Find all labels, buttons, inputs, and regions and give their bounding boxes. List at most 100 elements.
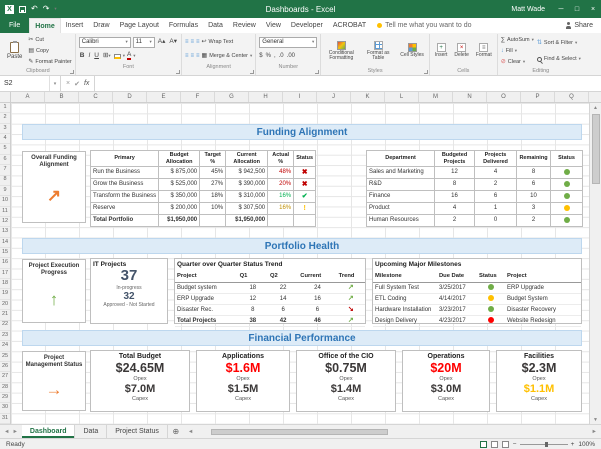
align-right-icon[interactable]: ≡ — [196, 53, 200, 59]
sheet-tab-data[interactable]: Data — [75, 425, 107, 438]
row-header-14[interactable]: 14 — [0, 238, 10, 248]
hscroll-right-icon[interactable]: ► — [592, 429, 597, 435]
italic-button[interactable]: I — [87, 53, 91, 60]
format-as-table-button[interactable]: Format as Table — [361, 35, 395, 67]
sheet-nav-right-icon[interactable]: ► — [12, 429, 17, 435]
maximize-button[interactable]: □ — [569, 0, 585, 18]
column-header-f[interactable]: F — [181, 92, 215, 102]
font-family-select[interactable]: Calibri▾ — [79, 37, 131, 48]
tab-file[interactable]: File — [0, 18, 29, 33]
clear-button[interactable]: ⊘Clear▾ — [501, 59, 534, 65]
font-size-select[interactable]: 11▾ — [133, 37, 155, 48]
row-header-9[interactable]: 9 — [0, 186, 10, 196]
row-header-13[interactable]: 13 — [0, 227, 10, 237]
row-header-11[interactable]: 11 — [0, 207, 10, 217]
sort-filter-button[interactable]: ⇅Sort & Filter▾ — [537, 40, 581, 46]
tab-developer[interactable]: Developer — [286, 18, 328, 33]
cut-button[interactable]: ✂Cut — [28, 37, 71, 43]
row-header-31[interactable]: 31 — [0, 414, 10, 424]
row-header-19[interactable]: 19 — [0, 289, 10, 299]
merge-center-button[interactable]: ▦Merge & Center▾ — [202, 53, 253, 59]
scroll-down-icon[interactable]: ▼ — [593, 415, 598, 424]
row-header-30[interactable]: 30 — [0, 403, 10, 413]
tab-review[interactable]: Review — [228, 18, 261, 33]
save-icon[interactable] — [19, 6, 26, 13]
milestones-table[interactable]: MilestoneDue DateStatusProjectFull Syste… — [373, 271, 581, 327]
align-top-icon[interactable]: ≡ — [185, 39, 189, 45]
wrap-text-button[interactable]: ↩Wrap Text — [202, 39, 234, 45]
undo-icon[interactable]: ↶ — [31, 5, 38, 13]
qat-dropdown-icon[interactable]: ▾ — [54, 6, 56, 12]
hscroll-left-icon[interactable]: ◄ — [188, 429, 193, 435]
column-header-h[interactable]: H — [249, 92, 283, 102]
column-header-e[interactable]: E — [147, 92, 181, 102]
conditional-formatting-button[interactable]: Conditional Formatting — [324, 35, 358, 67]
cell-styles-button[interactable]: Cell Styles — [398, 35, 426, 67]
format-painter-button[interactable]: ✎Format Painter — [28, 59, 71, 65]
delete-cells-button[interactable]: ×Delete — [452, 35, 470, 67]
shrink-font-button[interactable]: A▾ — [168, 39, 178, 46]
tab-home[interactable]: Home — [29, 18, 60, 33]
format-cells-button[interactable]: ≡Format — [474, 35, 494, 67]
row-header-5[interactable]: 5 — [0, 144, 10, 154]
tab-page-layout[interactable]: Page Layout — [115, 18, 164, 33]
new-sheet-button[interactable]: ⊕ — [168, 425, 184, 438]
scroll-up-icon[interactable]: ▲ — [593, 103, 598, 112]
underline-button[interactable]: U — [93, 53, 100, 60]
column-header-i[interactable]: I — [283, 92, 317, 102]
row-header-22[interactable]: 22 — [0, 321, 10, 331]
row-header-26[interactable]: 26 — [0, 362, 10, 372]
copy-button[interactable]: ▤Copy — [28, 48, 71, 54]
paste-button[interactable]: Paste — [4, 35, 25, 67]
tab-data[interactable]: Data — [203, 18, 228, 33]
dialog-launcher-icon[interactable] — [315, 70, 319, 74]
row-header-2[interactable]: 2 — [0, 113, 10, 123]
share-button[interactable]: Share — [558, 18, 601, 33]
dialog-launcher-icon[interactable] — [424, 70, 428, 74]
row-header-28[interactable]: 28 — [0, 383, 10, 393]
tell-me-box[interactable]: Tell me what you want to do — [371, 18, 558, 33]
page-break-view-icon[interactable] — [502, 441, 509, 448]
page-layout-view-icon[interactable] — [491, 441, 498, 448]
row-header-25[interactable]: 25 — [0, 352, 10, 362]
row-header-12[interactable]: 12 — [0, 217, 10, 227]
row-header-16[interactable]: 16 — [0, 258, 10, 268]
column-header-g[interactable]: G — [215, 92, 249, 102]
column-header-o[interactable]: O — [487, 92, 521, 102]
department-table[interactable]: DepartmentBudgeted ProjectsProjects Deli… — [366, 150, 583, 227]
dialog-launcher-icon[interactable] — [176, 70, 180, 74]
accounting-format-icon[interactable]: $ — [259, 53, 262, 59]
column-header-b[interactable]: B — [45, 92, 79, 102]
row-header-18[interactable]: 18 — [0, 279, 10, 289]
row-header-29[interactable]: 29 — [0, 393, 10, 403]
row-header-23[interactable]: 23 — [0, 331, 10, 341]
horizontal-scrollbar[interactable]: ◄ ► — [184, 425, 601, 438]
font-color-icon[interactable]: A — [127, 52, 131, 61]
dialog-launcher-icon[interactable] — [70, 70, 74, 74]
tab-draw[interactable]: Draw — [88, 18, 114, 33]
sheet-tab-dashboard[interactable]: Dashboard — [22, 425, 76, 438]
row-header-21[interactable]: 21 — [0, 310, 10, 320]
formula-input[interactable] — [95, 76, 601, 91]
zoom-in-icon[interactable]: + — [571, 441, 575, 448]
comma-format-icon[interactable]: , — [274, 53, 276, 59]
sheet-nav-left-icon[interactable]: ◄ — [4, 429, 9, 435]
sheet-canvas[interactable]: Funding Alignment Overall Funding Alignm… — [11, 103, 589, 424]
align-bottom-icon[interactable]: ≡ — [196, 39, 200, 45]
dialog-launcher-icon[interactable] — [250, 70, 254, 74]
zoom-slider[interactable] — [545, 442, 548, 447]
align-middle-icon[interactable]: ≡ — [190, 39, 194, 45]
row-header-8[interactable]: 8 — [0, 176, 10, 186]
row-header-24[interactable]: 24 — [0, 341, 10, 351]
align-center-icon[interactable]: ≡ — [190, 53, 194, 59]
row-header-6[interactable]: 6 — [0, 155, 10, 165]
funding-table[interactable]: PrimaryBudget AllocationTarget %Current … — [90, 150, 316, 227]
row-header-3[interactable]: 3 — [0, 124, 10, 134]
close-button[interactable]: × — [585, 0, 601, 18]
increase-decimal-icon[interactable]: .0 — [279, 53, 284, 59]
zoom-out-icon[interactable]: − — [513, 441, 517, 448]
tab-insert[interactable]: Insert — [61, 18, 89, 33]
scroll-thumb[interactable] — [592, 114, 600, 184]
column-header-d[interactable]: D — [113, 92, 147, 102]
row-header-4[interactable]: 4 — [0, 134, 10, 144]
